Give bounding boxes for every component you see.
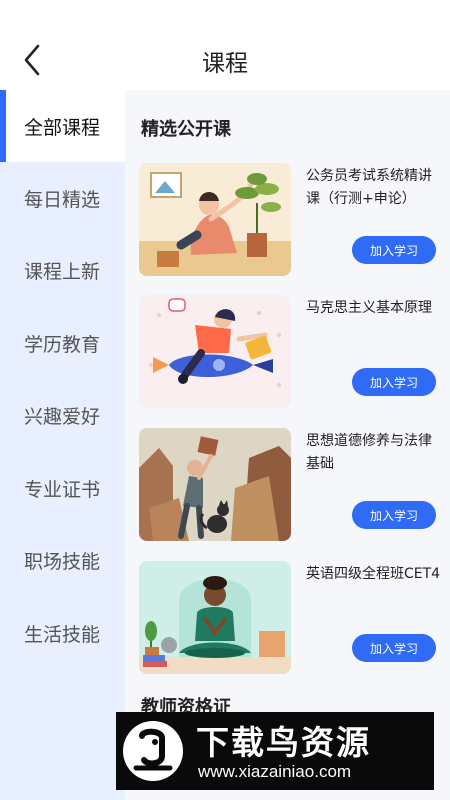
section-title-featured: 精选公开课 (141, 119, 231, 140)
course-thumbnail[interactable] (139, 428, 291, 541)
course-thumbnail[interactable] (139, 295, 291, 408)
bird-logo-icon (122, 720, 184, 782)
course-title[interactable]: 马克思主义基本原理 (306, 297, 441, 320)
join-study-button[interactable]: 加入学习 (352, 634, 436, 662)
watermark-url: www.xiazainiao.com (198, 762, 352, 781)
course-card[interactable]: 思想道德修养与法律基础 加入学习 (139, 428, 439, 548)
sidebar-item-workplace-skills[interactable]: 职场技能 (0, 524, 125, 596)
category-sidebar: 全部课程 每日精选 课程上新 学历教育 兴趣爱好 专业证书 职场技能 生活技能 (0, 90, 125, 800)
header-bar: 课程 (0, 0, 450, 90)
sidebar-item-label: 职场技能 (24, 550, 101, 573)
join-study-button[interactable]: 加入学习 (352, 368, 436, 396)
sidebar-item-degree-education[interactable]: 学历教育 (0, 307, 125, 379)
course-card[interactable]: 英语四级全程班CET4 加入学习 (139, 561, 441, 681)
sidebar-item-new-courses[interactable]: 课程上新 (0, 234, 125, 306)
course-title[interactable]: 公务员考试系统精讲课（行测+申论） (306, 165, 441, 211)
sidebar-item-label: 每日精选 (24, 188, 101, 211)
join-study-button[interactable]: 加入学习 (352, 236, 436, 264)
sidebar-item-hobbies[interactable]: 兴趣爱好 (0, 379, 125, 451)
course-title[interactable]: 思想道德修养与法律基础 (306, 430, 441, 476)
sidebar-item-label: 学历教育 (24, 333, 101, 356)
course-card[interactable]: 公务员考试系统精讲课（行测+申论） 加入学习 (139, 163, 439, 283)
sidebar-item-daily-picks[interactable]: 每日精选 (0, 162, 125, 234)
course-card[interactable]: 马克思主义基本原理 加入学习 (139, 295, 439, 415)
course-title[interactable]: 英语四级全程班CET4 (306, 563, 441, 586)
sidebar-item-label: 生活技能 (24, 623, 101, 646)
sidebar-item-all-courses[interactable]: 全部课程 (0, 90, 125, 162)
sidebar-item-label: 专业证书 (24, 478, 101, 501)
sidebar-item-label: 全部课程 (24, 116, 101, 139)
watermark-banner: 下载鸟资源 www.xiazainiao.com (116, 712, 434, 790)
sidebar-item-label: 兴趣爱好 (24, 405, 101, 428)
sidebar-item-life-skills[interactable]: 生活技能 (0, 597, 125, 669)
watermark-text: 下载鸟资源 (196, 723, 371, 762)
course-thumbnail[interactable] (139, 163, 291, 276)
course-thumbnail[interactable] (139, 561, 291, 674)
sidebar-item-certificates[interactable]: 专业证书 (0, 452, 125, 524)
page-title: 课程 (202, 51, 248, 77)
sidebar-item-label: 课程上新 (24, 260, 101, 283)
join-study-button[interactable]: 加入学习 (352, 501, 436, 529)
course-list-panel: 精选公开课 公务员考试系统精讲课（行测+申论） 加入学习 马克思主义基本原理 加… (125, 90, 450, 800)
